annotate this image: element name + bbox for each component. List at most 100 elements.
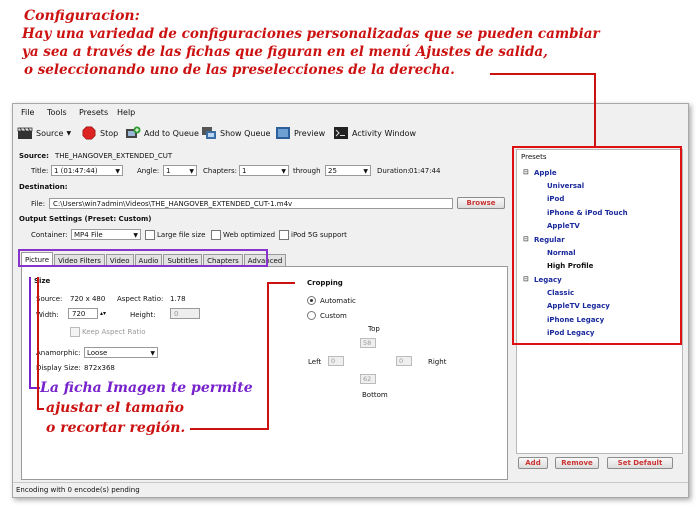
- angle-select[interactable]: 1 ▼: [163, 165, 197, 176]
- status-bar: Encoding with 0 encode(s) pending: [13, 482, 688, 497]
- stop-button-label: Stop: [100, 128, 119, 138]
- chapter-end-value: 25: [328, 167, 337, 175]
- crop-left-input[interactable]: 0: [328, 356, 344, 366]
- picture-tab-panel: Size Source: 720 x 480 Aspect Ratio: 1.7…: [21, 266, 508, 480]
- annotation-resize: ajustar el tamaño: [46, 400, 185, 416]
- display-size-value: 872x368: [84, 364, 115, 372]
- preview-icon: [276, 127, 290, 139]
- browse-button[interactable]: Browse: [457, 197, 505, 209]
- annotation-title: Configuracion:: [24, 8, 140, 24]
- crop-custom-radio[interactable]: [307, 311, 316, 320]
- title-select-value: 1 (01:47:44): [54, 167, 98, 175]
- crop-right-label: Right: [428, 358, 447, 366]
- preview-label: Preview: [294, 128, 326, 138]
- spinner-arrows-icon[interactable]: ▴▾: [100, 310, 106, 317]
- chevron-down-icon: ▼: [189, 168, 194, 175]
- crop-right-input[interactable]: 0: [396, 356, 412, 366]
- crop-top-label: Top: [368, 325, 380, 333]
- crop-bottom-input[interactable]: 62: [360, 374, 376, 384]
- chapters-label: Chapters:: [203, 167, 237, 175]
- add-to-queue-label: Add to Queue: [144, 128, 199, 138]
- ipod-5g-checkbox[interactable]: [279, 230, 289, 240]
- title-label: Title:: [31, 167, 49, 175]
- chevron-down-icon: ▼: [115, 168, 120, 175]
- anamorphic-select[interactable]: Loose ▼: [84, 347, 158, 358]
- add-to-queue-button[interactable]: Add to Queue: [125, 126, 199, 140]
- chevron-down-icon: ▼: [150, 350, 155, 357]
- remove-preset-button[interactable]: Remove: [555, 457, 599, 469]
- ipod-5g-label: iPod 5G support: [291, 231, 347, 239]
- crop-automatic-radio[interactable]: [307, 296, 316, 305]
- stop-button[interactable]: Stop: [81, 126, 118, 140]
- set-default-button[interactable]: Set Default: [607, 457, 673, 469]
- keep-aspect-checkbox[interactable]: [70, 327, 80, 337]
- aspect-ratio-value: 1.78: [170, 295, 186, 303]
- queue-icon: [202, 127, 216, 139]
- crop-top-input[interactable]: 58: [360, 338, 376, 348]
- menu-bar: File Tools Presets Help: [13, 104, 688, 120]
- container-select-value: MP4 File: [74, 231, 103, 239]
- annotation-intro-line: ya sea a través de las fichas que figura…: [22, 44, 548, 60]
- chevron-down-icon: ▼: [363, 168, 368, 175]
- crop-bottom-label: Bottom: [362, 391, 388, 399]
- height-label: Height:: [130, 311, 156, 319]
- angle-select-value: 1: [166, 167, 171, 175]
- menu-file[interactable]: File: [21, 108, 34, 117]
- aspect-ratio-label: Aspect Ratio:: [117, 295, 164, 303]
- duration-label: Duration:: [377, 167, 410, 175]
- display-size-label: Display Size:: [36, 364, 81, 372]
- add-preset-button[interactable]: Add: [518, 457, 548, 469]
- preview-button[interactable]: Preview: [275, 126, 325, 140]
- width-label: Width:: [36, 311, 59, 319]
- source-button[interactable]: Source ▼: [17, 126, 71, 140]
- file-label: File:: [31, 200, 46, 208]
- source-heading: Source:: [19, 152, 49, 160]
- terminal-icon: [334, 127, 348, 139]
- activity-window-label: Activity Window: [352, 128, 417, 138]
- destination-heading: Destination:: [19, 183, 68, 191]
- chapter-start-select[interactable]: 1 ▼: [239, 165, 289, 176]
- web-optimized-checkbox[interactable]: [211, 230, 221, 240]
- annotation-intro-line: Hay una variedad de configuraciones pers…: [22, 26, 600, 42]
- source-name: THE_HANGOVER_EXTENDED_CUT: [55, 152, 173, 160]
- size-heading: Size: [34, 277, 51, 285]
- show-queue-button[interactable]: Show Queue: [201, 126, 270, 140]
- menu-tools[interactable]: Tools: [47, 108, 67, 117]
- through-label: through: [293, 167, 321, 175]
- web-optimized-label: Web optimized: [223, 231, 276, 239]
- large-file-checkbox[interactable]: [145, 230, 155, 240]
- annotation-picture-tab: La ficha Imagen te permite: [40, 380, 253, 396]
- source-size-label: Source:: [36, 295, 63, 303]
- tabs-highlight-box: [18, 249, 268, 267]
- container-select[interactable]: MP4 File ▼: [71, 229, 141, 240]
- source-size-value: 720 x 480: [70, 295, 106, 303]
- cropping-heading: Cropping: [307, 279, 343, 287]
- anamorphic-select-value: Loose: [87, 349, 108, 357]
- chevron-down-icon: ▼: [281, 168, 286, 175]
- stop-icon: [82, 126, 96, 140]
- chapter-end-select[interactable]: 25 ▼: [325, 165, 371, 176]
- annotation-crop: o recortar región.: [46, 420, 186, 436]
- crop-automatic-label: Automatic: [320, 297, 356, 305]
- anamorphic-label: Anamorphic:: [36, 349, 81, 357]
- crop-custom-label: Custom: [320, 312, 347, 320]
- presets-highlight-box: [512, 146, 682, 345]
- height-input[interactable]: 0: [170, 308, 200, 319]
- menu-presets[interactable]: Presets: [79, 108, 108, 117]
- duration-value: 01:47:44: [409, 167, 441, 175]
- keep-aspect-label: Keep Aspect Ratio: [82, 328, 146, 336]
- destination-file-input[interactable]: C:\Users\win7admin\Videos\THE_HANGOVER_E…: [49, 198, 453, 209]
- output-settings-heading: Output Settings (Preset: Custom): [19, 215, 152, 223]
- container-label: Container:: [31, 231, 68, 239]
- chevron-down-icon: ▼: [133, 232, 138, 239]
- activity-window-button[interactable]: Activity Window: [333, 126, 416, 140]
- width-input[interactable]: 720: [68, 308, 98, 319]
- chevron-down-icon: ▼: [66, 129, 72, 137]
- annotation-intro-line: o seleccionando uno de las preseleccione…: [24, 62, 455, 78]
- title-select[interactable]: 1 (01:47:44) ▼: [51, 165, 123, 176]
- crop-left-label: Left: [308, 358, 322, 366]
- show-queue-label: Show Queue: [220, 128, 271, 138]
- annotation-intro: Hay una variedad de configuraciones pers…: [22, 26, 700, 86]
- menu-help[interactable]: Help: [117, 108, 135, 117]
- angle-label: Angle:: [137, 167, 160, 175]
